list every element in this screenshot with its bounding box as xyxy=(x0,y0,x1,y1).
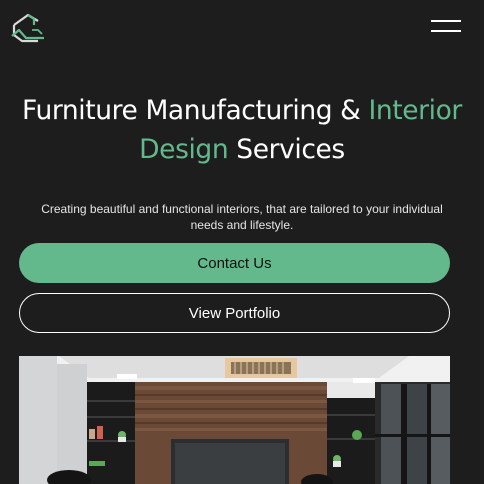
hero-title-accent: Interior xyxy=(368,95,462,126)
house-outline-logo-icon xyxy=(11,13,44,43)
hamburger-menu-icon-line xyxy=(431,30,461,32)
site-logo[interactable] xyxy=(8,10,48,44)
hero-title-end: Services xyxy=(228,134,345,165)
hero-title-part: Furniture Manufacturing & xyxy=(22,95,369,126)
hero-title: Furniture Manufacturing & Interior Design… xyxy=(0,91,484,169)
site-header xyxy=(0,0,484,58)
hero-title-accent-2: Design xyxy=(139,134,229,165)
interior-room-photo xyxy=(19,356,450,484)
hero-subtitle: Creating beautiful and functional interi… xyxy=(41,202,443,232)
view-portfolio-button[interactable]: View Portfolio xyxy=(19,293,450,333)
hamburger-menu-icon xyxy=(431,20,461,22)
contact-us-button[interactable]: Contact Us xyxy=(19,243,450,283)
hamburger-menu-button[interactable] xyxy=(431,17,463,35)
interior-room-illustration xyxy=(19,356,450,484)
